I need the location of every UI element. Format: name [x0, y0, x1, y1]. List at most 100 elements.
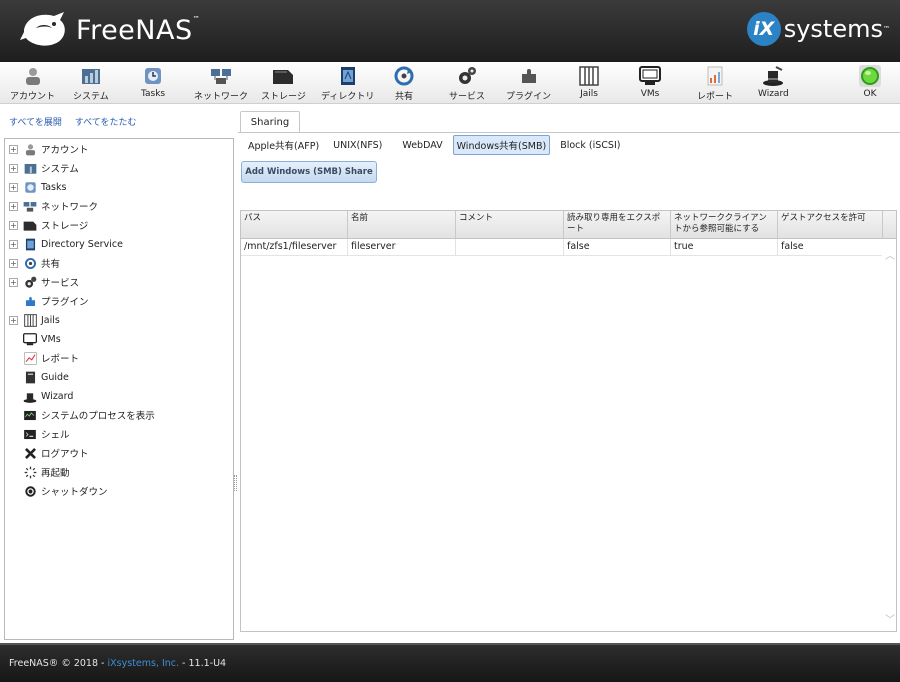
expand-toggle[interactable]: +	[9, 239, 18, 249]
plugins-icon	[518, 66, 540, 86]
toolbar-vms-button[interactable]: VMs	[639, 66, 661, 102]
expand-toggle[interactable]: +	[9, 315, 18, 325]
collapse-all-link[interactable]: すべてをたたむ	[75, 118, 137, 128]
subtab-smb[interactable]: Windows共有(SMB)	[452, 135, 551, 155]
smb-shares-grid: パス 名前 コメント 読み取り専用をエクスポート ネットワーククライアントから参…	[240, 210, 897, 632]
grid-header: パス 名前 コメント 読み取り専用をエクスポート ネットワーククライアントから参…	[241, 211, 884, 239]
sharing-icon	[393, 66, 415, 86]
main-toolbar: アカウント システム Tasks ネットワーク ストレージ ディレクトリ 共有 …	[0, 62, 900, 104]
table-row[interactable]: /mnt/zfs1/fileserver fileserver false tr…	[241, 239, 884, 256]
content-pane: Sharing Apple共有(AFP) UNIX(NFS) WebDAV Wi…	[238, 105, 900, 643]
wizard-icon	[23, 389, 37, 403]
logout-icon	[23, 446, 37, 460]
toolbar-reporting-button[interactable]: レポート	[697, 66, 733, 102]
tree-item-logout[interactable]: ログアウト	[9, 444, 89, 462]
tree-item-storage[interactable]: + ストレージ	[9, 216, 88, 234]
expand-all-link[interactable]: すべてを展開	[9, 118, 62, 128]
subtab-afp[interactable]: Apple共有(AFP)	[244, 135, 323, 155]
tree-item-reboot[interactable]: 再起動	[9, 463, 70, 481]
directory-icon	[23, 237, 37, 251]
toolbar-sharing-button[interactable]: 共有	[393, 66, 415, 102]
navigation-tree: + アカウント + システム + Tasks + ネットワーク + ストレージ …	[4, 138, 234, 640]
toolbar-account-button[interactable]: アカウント	[10, 66, 55, 102]
ix-badge: iX	[746, 12, 781, 46]
tree-item-plugins[interactable]: プラグイン	[9, 292, 89, 310]
subtab-nfs[interactable]: UNIX(NFS)	[329, 137, 386, 154]
column-header-comment[interactable]: コメント	[456, 211, 564, 239]
cell-guest-ok: false	[778, 239, 884, 256]
guide-icon	[23, 370, 37, 384]
alert-status-button[interactable]: OK	[859, 65, 881, 102]
toolbar-jails-button[interactable]: Jails	[578, 66, 600, 102]
ixsystems-logo: iX systems ™	[746, 12, 890, 46]
pane-splitter-handle[interactable]	[234, 475, 237, 491]
navigation-pane: すべてを展開 すべてをたたむ + アカウント + システム + Tasks + …	[0, 105, 238, 643]
expand-toggle[interactable]: +	[9, 258, 18, 268]
tree-item-shell[interactable]: シェル	[9, 425, 70, 443]
tree-item-services[interactable]: + サービス	[9, 273, 79, 291]
account-icon	[23, 142, 37, 156]
toolbar-network-button[interactable]: ネットワーク	[194, 66, 248, 102]
toolbar-system-button[interactable]: システム	[73, 66, 109, 102]
cell-browsable: true	[671, 239, 778, 256]
cell-path: /mnt/zfs1/fileserver	[241, 239, 348, 256]
tree-actions: すべてを展開 すべてをたたむ	[9, 115, 147, 128]
tree-item-system[interactable]: + システム	[9, 159, 79, 177]
expand-toggle[interactable]: +	[9, 163, 18, 173]
column-header-export-read-only[interactable]: 読み取り専用をエクスポート	[564, 211, 671, 239]
tree-item-reporting[interactable]: レポート	[9, 349, 79, 367]
tree-item-account[interactable]: + アカウント	[9, 140, 89, 158]
subtab-iscsi[interactable]: Block (iSCSI)	[556, 137, 624, 154]
column-header-path[interactable]: パス	[241, 211, 348, 239]
directory-icon	[337, 66, 359, 86]
jails-icon	[23, 313, 37, 327]
column-header-guest-ok[interactable]: ゲストアクセスを許可	[778, 211, 884, 239]
tree-item-wizard[interactable]: Wizard	[9, 387, 73, 405]
expand-toggle[interactable]: +	[9, 201, 18, 211]
vms-icon	[639, 66, 661, 86]
system-icon	[23, 161, 37, 175]
toolbar-wizard-button[interactable]: Wizard	[758, 66, 789, 102]
toolbar-services-button[interactable]: サービス	[449, 66, 485, 102]
subtab-webdav[interactable]: WebDAV	[398, 137, 446, 154]
network-icon	[23, 199, 37, 213]
chevron-down-icon[interactable]: ﹀	[885, 616, 895, 626]
tree-item-sharing[interactable]: + 共有	[9, 254, 60, 272]
freenas-shark-icon	[20, 12, 65, 46]
toolbar-tasks-button[interactable]: Tasks	[141, 66, 165, 102]
shutdown-icon	[23, 484, 37, 498]
column-header-name[interactable]: 名前	[348, 211, 456, 239]
tree-item-tasks[interactable]: + Tasks	[9, 178, 66, 196]
vendor-text: systems	[783, 15, 883, 43]
reporting-icon	[23, 351, 37, 365]
tree-item-shutdown[interactable]: シャットダウン	[9, 482, 108, 500]
tree-item-jails[interactable]: + Jails	[9, 311, 60, 329]
account-icon	[22, 66, 44, 86]
tree-item-view-processes[interactable]: システムのプロセスを表示	[9, 406, 155, 424]
expand-toggle[interactable]: +	[9, 182, 18, 192]
add-smb-share-button[interactable]: Add Windows (SMB) Share	[241, 161, 377, 183]
tree-item-guide[interactable]: Guide	[9, 368, 69, 386]
reporting-icon	[704, 66, 726, 86]
grid-vertical-scrollbar[interactable]: ︿ ﹀	[882, 239, 896, 631]
tree-item-vms[interactable]: VMs	[9, 330, 61, 348]
tree-item-directory-service[interactable]: + Directory Service	[9, 235, 123, 253]
services-icon	[23, 275, 37, 289]
sharing-icon	[23, 256, 37, 270]
toolbar-directory-button[interactable]: ディレクトリ	[321, 66, 374, 102]
toolbar-plugins-button[interactable]: プラグイン	[506, 66, 551, 102]
expand-toggle[interactable]: +	[9, 277, 18, 287]
tasks-icon	[142, 66, 164, 86]
expand-toggle[interactable]: +	[9, 220, 18, 230]
sharing-subtabs: Apple共有(AFP) UNIX(NFS) WebDAV Windows共有(…	[244, 135, 630, 155]
chevron-up-icon[interactable]: ︿	[885, 252, 895, 262]
ixsystems-link[interactable]: iXsystems, Inc.	[107, 658, 179, 669]
wizard-icon	[762, 66, 784, 86]
tree-item-network[interactable]: + ネットワーク	[9, 197, 98, 215]
toolbar-storage-button[interactable]: ストレージ	[261, 66, 306, 102]
plugins-icon	[23, 294, 37, 308]
expand-toggle[interactable]: +	[9, 144, 18, 154]
app-footer: FreeNAS® © 2018 - iXsystems, Inc. - 11.1…	[0, 643, 900, 682]
tab-sharing[interactable]: Sharing	[240, 111, 300, 133]
column-header-browsable[interactable]: ネットワーククライアントから参照可能にする	[671, 211, 778, 239]
